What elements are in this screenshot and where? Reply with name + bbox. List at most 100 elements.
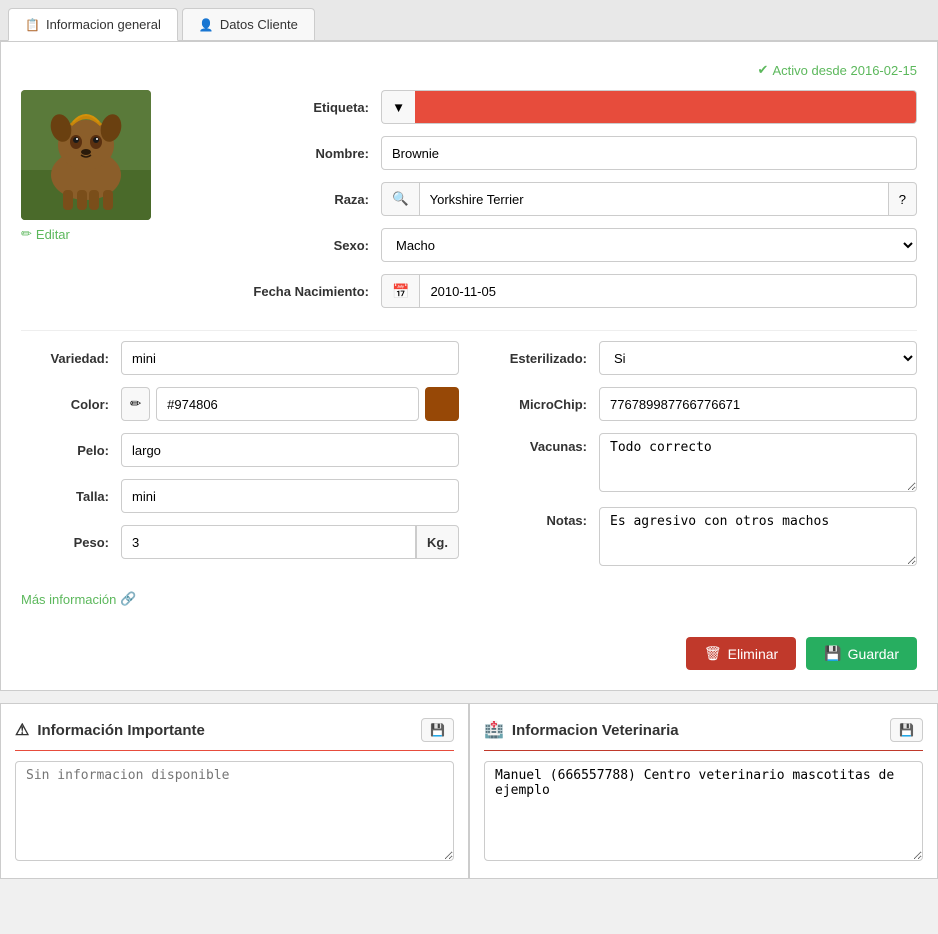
info-icon: 📋 [25,18,40,32]
esterilizado-row: Esterilizado: Si No [479,341,917,375]
peso-input[interactable] [121,525,416,559]
color-control: ✏ [121,387,459,421]
fecha-row: Fecha Nacimiento: 📅 [241,274,917,308]
mas-info-label: Más información [21,592,116,607]
eliminar-button[interactable]: 🗑 Eliminar [686,637,796,670]
talla-label: Talla: [21,489,121,504]
eliminar-label: Eliminar [728,646,779,662]
etiqueta-control: ▼ [381,90,917,124]
raza-input-wrapper: 🔍 ? [381,182,917,216]
photo-col: ✏ Editar [21,90,221,320]
panel-importante-save-btn[interactable]: 💾 [421,718,454,742]
panel-veterinaria-title-text: Informacion Veterinaria [512,722,679,739]
vet-icon: 🏥 [484,720,504,740]
color-edit-btn[interactable]: ✏ [121,387,150,421]
sexo-label: Sexo: [241,238,381,253]
vacunas-textarea[interactable]: Todo correcto [599,433,917,492]
warning-icon: ⚠ [15,720,29,740]
color-row-inner: ✏ [121,387,459,421]
action-bar: 🗑 Eliminar 💾 Guardar [21,627,917,670]
color-label: Color: [21,397,121,412]
notas-input-wrapper: Es agresivo con otros machos [599,507,917,569]
esterilizado-select[interactable]: Si No [599,341,917,375]
trash-icon: 🗑 [704,645,722,662]
variedad-input[interactable] [121,341,459,375]
edit-photo-link[interactable]: ✏ Editar [21,226,221,242]
fecha-input[interactable] [419,274,917,308]
panel-veterinaria-save-btn[interactable]: 💾 [890,718,923,742]
sexo-select[interactable]: Macho Hembra [381,228,917,262]
sexo-input-wrapper: Macho Hembra [381,228,917,262]
notas-label: Notas: [479,507,599,528]
notas-textarea[interactable]: Es agresivo con otros machos [599,507,917,566]
peso-input-wrapper: Kg. [121,525,459,559]
etiqueta-dropdown-btn[interactable]: ▼ [381,90,415,124]
peso-label: Peso: [21,535,121,550]
mas-info-link[interactable]: Más información 🔗 [21,591,917,607]
guardar-button[interactable]: 💾 Guardar [806,637,917,670]
status-bar: ✔ Activo desde 2016-02-15 [21,62,917,78]
tab-info-general[interactable]: 📋 Informacion general [8,8,178,41]
pet-photo [21,90,151,220]
microchip-input[interactable] [599,387,917,421]
fecha-label: Fecha Nacimiento: [241,284,381,299]
panel-veterinaria-title: 🏥 Informacion Veterinaria 💾 [484,718,923,751]
microchip-input-wrapper [599,387,917,421]
panel-importante-title-text: Información Importante [37,722,205,739]
save-icon: 💾 [824,645,841,662]
guardar-label: Guardar [848,646,899,662]
microchip-row: MicroChip: [479,387,917,421]
color-swatch [425,387,459,421]
edit-label: Editar [36,227,70,242]
check-icon: ✔ [758,62,769,78]
peso-control: Kg. [121,525,459,559]
tab-datos-cliente-label: Datos Cliente [220,17,298,32]
pelo-row: Pelo: [21,433,459,467]
talla-input[interactable] [121,479,459,513]
raza-control: 🔍 ? [381,182,917,216]
pet-photo-svg [21,90,151,220]
nombre-row: Nombre: [241,136,917,170]
tab-datos-cliente[interactable]: 👤 Datos Cliente [182,8,315,40]
fields-col: Etiqueta: ▼ Nombre: [241,90,917,320]
raza-search-btn[interactable]: 🔍 [381,182,419,216]
sexo-row: Sexo: Macho Hembra [241,228,917,262]
notas-row: Notas: Es agresivo con otros machos [479,507,917,569]
pelo-input[interactable] [121,433,459,467]
raza-label: Raza: [241,192,381,207]
vacunas-label: Vacunas: [479,433,599,454]
panel-importante-textarea[interactable] [15,761,454,861]
panel-veterinaria-textarea[interactable]: Manuel (666557788) Centro veterinario ma… [484,761,923,861]
active-date-label: Activo desde 2016-02-15 [772,63,917,78]
bottom-panels: ⚠ Información Importante 💾 🏥 Informacion… [0,703,938,879]
nombre-input-wrapper [381,136,917,170]
fecha-input-wrapper: 📅 [381,274,917,308]
bottom-section: Variedad: Color: ✏ [21,341,917,581]
date-control: 📅 [381,274,917,308]
color-row: Color: ✏ [21,387,459,421]
etiqueta-label: Etiqueta: [241,100,381,115]
vacunas-input-wrapper: Todo correcto [599,433,917,495]
variedad-row: Variedad: [21,341,459,375]
nombre-label: Nombre: [241,146,381,161]
pencil-icon: ✏ [21,226,32,242]
color-hex-input[interactable] [156,387,419,421]
raza-help-btn[interactable]: ? [889,182,917,216]
bottom-left: Variedad: Color: ✏ [21,341,459,581]
esterilizado-label: Esterilizado: [479,351,599,366]
etiqueta-input-wrapper: ▼ [381,90,917,124]
mas-info-icon: 🔗 [120,591,136,607]
raza-row: Raza: 🔍 ? [241,182,917,216]
nombre-input[interactable] [381,136,917,170]
talla-input-wrapper [121,479,459,513]
peso-row: Peso: Kg. [21,525,459,559]
raza-input[interactable] [419,182,889,216]
bottom-right: Esterilizado: Si No MicroChip: [479,341,917,581]
panel-veterinaria: 🏥 Informacion Veterinaria 💾 Manuel (6665… [469,703,938,879]
tab-info-general-label: Informacion general [46,17,161,32]
status-active: ✔ Activo desde 2016-02-15 [758,62,917,78]
client-icon: 👤 [199,18,214,32]
variedad-label: Variedad: [21,351,121,366]
esterilizado-input-wrapper: Si No [599,341,917,375]
microchip-label: MicroChip: [479,397,599,412]
